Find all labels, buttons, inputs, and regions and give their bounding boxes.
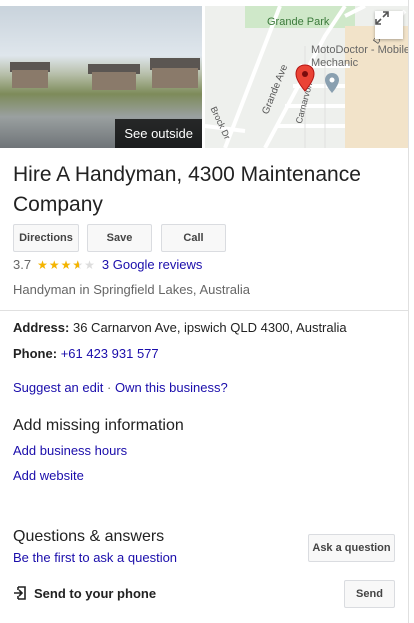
phone-link[interactable]: +61 423 931 577 — [61, 346, 159, 361]
house — [12, 70, 48, 88]
ask-first-link[interactable]: Be the first to ask a question — [13, 550, 177, 565]
media-header: See outside Grande Park MotoDoctor - Mob… — [0, 0, 408, 148]
star-rating-icon: ★★★★ ★ ★ — [37, 257, 96, 272]
ask-question-button[interactable]: Ask a question — [308, 534, 395, 562]
map-label-business: MotoDoctor - Mobile Mechanic — [311, 44, 408, 69]
edit-links: Suggest an edit · Own this business? — [13, 380, 228, 395]
phone-label: Phone: — [13, 346, 58, 361]
send-button[interactable]: Send — [344, 580, 395, 608]
send-to-phone-icon — [14, 586, 26, 600]
business-panel: See outside Grande Park MotoDoctor - Mob… — [0, 0, 409, 623]
house — [92, 72, 136, 90]
street-view-photo[interactable]: See outside — [0, 6, 202, 148]
directions-button[interactable]: Directions — [13, 224, 79, 252]
house — [152, 68, 198, 88]
business-category: Handyman in Springfield Lakes, Australia — [13, 282, 251, 297]
separator: · — [106, 380, 112, 395]
missing-info-title: Add missing information — [13, 417, 184, 434]
rating-value: 3.7 — [13, 257, 32, 272]
map-thumbnail[interactable]: Grande Park MotoDoctor - Mobile Mechanic… — [205, 6, 408, 148]
qa-title: Questions & answers — [13, 528, 165, 545]
expand-map-button[interactable] — [375, 11, 403, 39]
address-row: Address: 36 Carnarvon Ave, ipswich QLD 4… — [13, 320, 347, 335]
add-website-link[interactable]: Add website — [13, 468, 84, 483]
own-business-link[interactable]: Own this business? — [115, 380, 228, 395]
address-value: 36 Carnarvon Ave, ipswich QLD 4300, Aust… — [72, 320, 347, 335]
address-label: Address: — [13, 320, 70, 335]
reviews-link[interactable]: 3 Google reviews — [102, 257, 202, 272]
place-marker-icon — [325, 73, 339, 93]
send-to-phone-label: Send to your phone — [34, 585, 157, 601]
suggest-edit-link[interactable]: Suggest an edit — [13, 380, 103, 395]
business-name: Hire A Handyman, 4300 Maintenance Compan… — [13, 163, 361, 216]
add-hours-link[interactable]: Add business hours — [13, 443, 127, 458]
location-pin-icon — [295, 64, 315, 92]
phone-row: Phone: +61 423 931 577 — [13, 346, 159, 361]
expand-icon — [375, 11, 389, 25]
send-to-phone-row[interactable]: Send to your phone — [13, 585, 156, 601]
rating-row: 3.7 ★★★★ ★ ★ 3 Google reviews — [13, 257, 202, 272]
see-outside-button[interactable]: See outside — [115, 119, 202, 148]
save-button[interactable]: Save — [87, 224, 152, 252]
divider — [0, 310, 408, 311]
map-label-park: Grande Park — [267, 16, 330, 28]
call-button[interactable]: Call — [161, 224, 226, 252]
